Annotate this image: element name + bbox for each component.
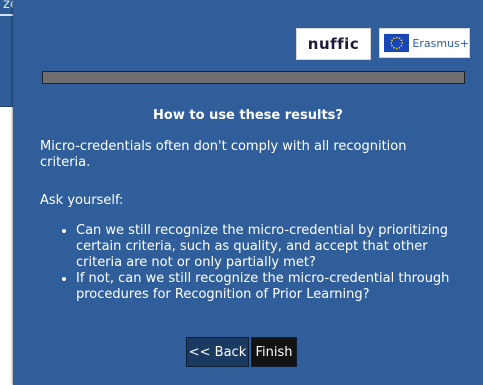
question-list: Can we still recognize the micro-credent… [40,223,463,303]
finish-button[interactable]: Finish [251,337,297,367]
nuffic-logo: nuffic [296,28,371,60]
erasmus-logo: Erasmus+ [379,28,470,58]
back-button[interactable]: << Back [186,337,249,367]
progress-bar [42,71,465,84]
results-dialog: nuffic Erasmus+ How to use these results… [13,0,483,385]
question-list-item: If not, can we still recognize the micro… [76,271,463,303]
ask-yourself-paragraph: Ask yourself: [40,193,124,208]
eu-flag-icon [384,33,410,53]
logo-bar: nuffic Erasmus+ [296,28,470,60]
intro-paragraph: Micro-credentials often don't comply wit… [40,139,407,170]
progress-bar-fill [43,72,464,83]
navigation-buttons: << Back Finish [13,337,483,367]
question-list-item: Can we still recognize the micro-credent… [76,223,463,271]
results-heading: How to use these results? [153,108,343,123]
erasmus-logo-text: Erasmus+ [412,36,469,50]
